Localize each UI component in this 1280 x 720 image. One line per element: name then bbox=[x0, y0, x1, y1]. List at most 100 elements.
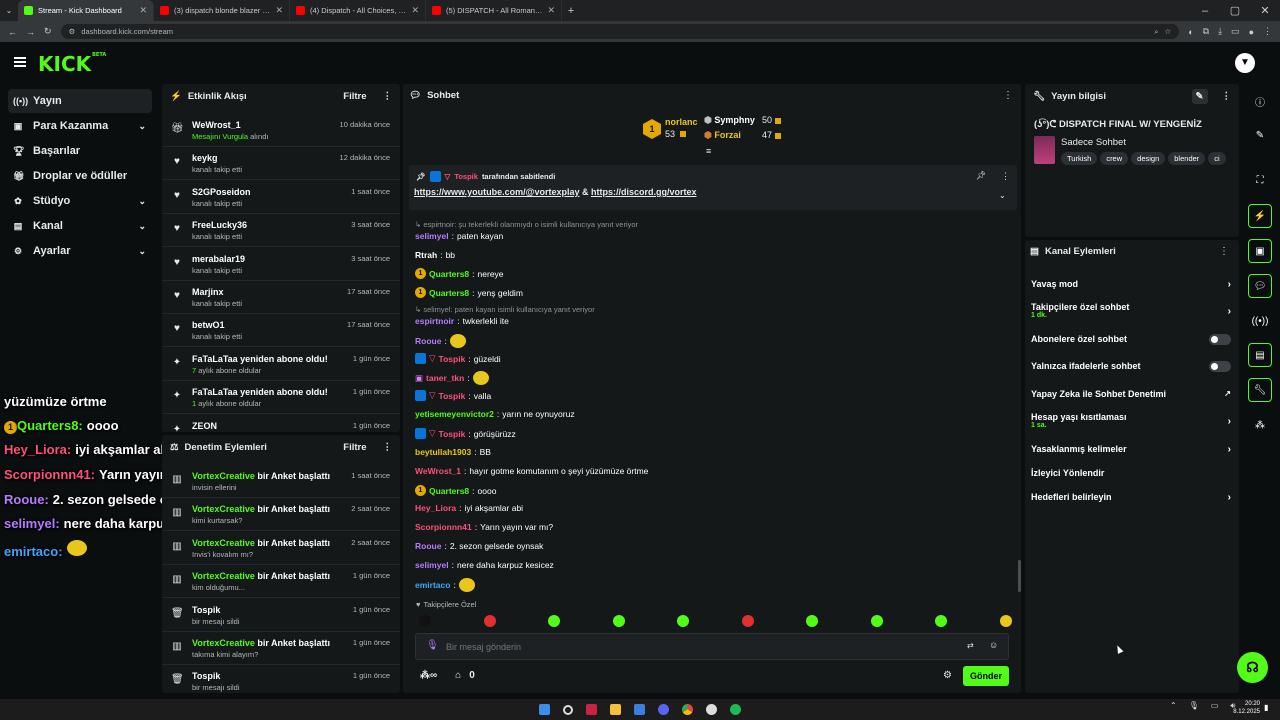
chat-input-box[interactable]: 🎙︎ ⇄ ☺ bbox=[415, 633, 1009, 660]
moderation-item[interactable]: ▥ VortexCreative bir Anket başlattı invisi… bbox=[162, 465, 400, 498]
channel-action-yasaklanmış-kelimeler[interactable]: Yasaklanmış kelimeler › bbox=[1031, 444, 1231, 455]
channel-actions-more-icon[interactable]: ⋮ bbox=[1219, 246, 1229, 257]
taskbar-app-icon-2[interactable] bbox=[634, 704, 645, 715]
send-button[interactable]: Gönder bbox=[963, 666, 1009, 686]
chat-username[interactable]: Quarters8 bbox=[429, 288, 469, 298]
fullscreen-icon[interactable]: ⛶ bbox=[1248, 168, 1272, 192]
quick-emote-icon[interactable] bbox=[548, 615, 560, 627]
chat-message[interactable]: Rooue: bbox=[415, 334, 466, 348]
forward-icon[interactable]: → bbox=[26, 27, 35, 37]
taskbar-search-icon[interactable] bbox=[563, 704, 573, 715]
notes-toggle-icon[interactable]: ▣ bbox=[1248, 239, 1272, 263]
browser-menu-icon[interactable]: ⋮ bbox=[1263, 26, 1272, 37]
moderation-item[interactable]: 🗑︎ Tospik bir mesajı sildi 1 gün önce bbox=[162, 665, 400, 693]
chat-username[interactable]: Tospik bbox=[439, 429, 466, 439]
tab-close-icon[interactable]: ✕ bbox=[411, 5, 419, 16]
quick-emote-icon[interactable] bbox=[483, 615, 496, 627]
category-thumbnail[interactable] bbox=[1034, 136, 1055, 164]
chat-message[interactable]: selimyel: paten kayan bbox=[415, 231, 503, 241]
emoji-picker-icon[interactable]: ☺ bbox=[989, 640, 998, 650]
download-icon[interactable]: ⤓ bbox=[1218, 26, 1222, 37]
chat-username[interactable]: yetisemeyenvictor2 bbox=[415, 409, 494, 419]
taskbar-clock[interactable]: 20:20 8.12.2025 bbox=[1226, 700, 1260, 716]
chat-settings-gear-icon[interactable]: ⚙ bbox=[943, 670, 952, 681]
support-chat-button[interactable]: ☊ bbox=[1237, 652, 1268, 683]
broadcast-toggle-icon[interactable]: ((•)) bbox=[1248, 309, 1272, 333]
reload-icon[interactable]: ↻ bbox=[44, 26, 52, 37]
reply-context[interactable]: ↳ selimyel: paten kayan isimli kullanıcı… bbox=[415, 305, 595, 314]
chat-message[interactable]: selimyel: nere daha karpuz kesicez bbox=[415, 560, 554, 570]
chat-username[interactable]: Quarters8 bbox=[429, 269, 469, 279]
chat-username[interactable]: espirtnoir bbox=[415, 316, 454, 326]
sidebar-item-st-dyo[interactable]: ✿ Stüdyo ⌄ bbox=[8, 189, 152, 213]
chat-message[interactable]: Scorpionnn41: Yarın yayın var mı? bbox=[415, 522, 553, 532]
moderation-user[interactable]: VortexCreative bbox=[192, 571, 255, 581]
chat-toggle-icon[interactable]: 💬︎ bbox=[1248, 274, 1272, 298]
moderation-filter-button[interactable]: Filtre bbox=[343, 442, 366, 453]
chevron-down-icon[interactable]: ⌄ bbox=[138, 221, 146, 232]
stream-tag[interactable]: crew bbox=[1100, 152, 1129, 165]
pinned-expand-icon[interactable]: ⌄ bbox=[999, 191, 1006, 200]
browser-tab[interactable]: (4) Dispatch - All Choices, Endi ✕ bbox=[290, 0, 426, 21]
moderation-item[interactable]: ▥ VortexCreative bir Anket başlattı Invis'… bbox=[162, 532, 400, 565]
chat-message[interactable]: emirtaco: bbox=[415, 578, 475, 592]
moderation-item[interactable]: ▥ VortexCreative bir Anket başlattı kim ol… bbox=[162, 565, 400, 599]
chat-username[interactable]: Rooue bbox=[415, 541, 441, 551]
browser-tab[interactable]: Stream - Kick Dashboard ✕ bbox=[18, 0, 154, 21]
browser-tab[interactable]: (3) dispatch blonde blazer dim ✕ bbox=[154, 0, 290, 21]
activity-filter-button[interactable]: Filtre bbox=[343, 91, 366, 102]
channel-action-abonelere-özel-sohbet[interactable]: Abonelere özel sohbet bbox=[1031, 334, 1231, 345]
extension-icon[interactable]: ◐ bbox=[1188, 27, 1193, 37]
info-icon[interactable]: ⓘ bbox=[1248, 89, 1272, 113]
quick-emote-icon[interactable] bbox=[935, 615, 947, 627]
moderation-toggle-icon[interactable]: ▤ bbox=[1248, 343, 1272, 367]
moderation-item[interactable]: ▥ VortexCreative bir Anket başlattı takıma… bbox=[162, 632, 400, 665]
chat-message[interactable]: beytullah1903: BB bbox=[415, 447, 491, 457]
moderation-user[interactable]: Tospik bbox=[192, 605, 220, 615]
chat-username[interactable]: Rooue bbox=[415, 336, 441, 346]
activity-item[interactable]: ♥ S2GPoseidon kanalı takip etti 1 saat önce bbox=[162, 181, 400, 214]
pencil-icon[interactable]: ✎ bbox=[1248, 123, 1272, 147]
chrome-icon[interactable] bbox=[682, 704, 693, 715]
category-name[interactable]: Sadece Sohbet bbox=[1061, 137, 1126, 148]
sidebar-item-kanal[interactable]: ▤ Kanal ⌄ bbox=[8, 214, 152, 238]
windows-start-icon[interactable] bbox=[539, 704, 550, 715]
chat-username[interactable]: emirtaco bbox=[415, 580, 450, 590]
kick-logo[interactable]: KICKBETA bbox=[38, 52, 106, 76]
moderation-user[interactable]: VortexCreative bbox=[192, 471, 255, 481]
tab-close-icon[interactable]: ✕ bbox=[139, 5, 147, 16]
stream-info-more-icon[interactable]: ⋮ bbox=[1222, 91, 1232, 102]
chat-message[interactable]: espirtnoir: twkerlekli ite bbox=[415, 316, 509, 326]
toggle-switch[interactable] bbox=[1209, 361, 1231, 372]
activity-item[interactable]: ♥ betwO1 kanalı takip etti 17 saat önce bbox=[162, 314, 400, 348]
edit-pencil-icon[interactable]: ✎ bbox=[1191, 88, 1208, 104]
chevron-down-icon[interactable]: ⌄ bbox=[138, 121, 146, 132]
activity-toggle-icon[interactable]: ⚡ bbox=[1248, 204, 1272, 228]
chat-username[interactable]: Quarters8 bbox=[429, 486, 469, 496]
chat-username[interactable]: selimyel bbox=[415, 231, 449, 241]
moderation-item[interactable]: ▥ VortexCreative bir Anket başlattı kimi k… bbox=[162, 498, 400, 532]
chat-scrollbar[interactable] bbox=[1018, 560, 1021, 592]
moderation-item[interactable]: 🗑︎ Tospik bir mesajı sildi 1 gün önce bbox=[162, 599, 400, 632]
pinned-link-discord[interactable]: https://discord.gg/vortex bbox=[591, 187, 697, 197]
url-field[interactable]: ⚙ dashboard.kick.com/stream ⌕ ☆ bbox=[60, 24, 1180, 39]
chat-username[interactable]: taner_tkn bbox=[426, 373, 464, 383]
chat-message[interactable]: 1 Quarters8: oooo bbox=[415, 485, 496, 496]
chat-message[interactable]: Hey_Liora: iyi akşamlar abi bbox=[415, 503, 523, 513]
quick-emote-icon[interactable] bbox=[999, 615, 1012, 627]
chat-username[interactable]: selimyel bbox=[415, 560, 449, 570]
bookmark-star-icon[interactable]: ☆ bbox=[1164, 27, 1171, 36]
activity-item[interactable]: ♥ FreeLucky36 kanalı takip etti 3 saat önce bbox=[162, 214, 400, 248]
sidebar-item-para-kazanma[interactable]: ▣ Para Kazanma ⌄ bbox=[8, 114, 152, 138]
kick-points-icon[interactable]: ⁂∞ bbox=[420, 670, 437, 681]
chevron-down-icon[interactable]: ⌄ bbox=[138, 196, 146, 207]
stream-info-toggle-icon[interactable]: 🔧︎ bbox=[1248, 378, 1272, 402]
microphone-icon[interactable]: 🎙︎ bbox=[426, 640, 439, 651]
quick-emote-icon[interactable] bbox=[806, 615, 818, 627]
site-info-icon[interactable]: ⚙ bbox=[69, 27, 76, 36]
pinned-link-youtube[interactable]: https://www.youtube.com/@vortexplay bbox=[414, 187, 579, 197]
taskbar-app-icon[interactable] bbox=[586, 704, 597, 715]
steam-icon[interactable] bbox=[706, 704, 717, 715]
toggle-switch[interactable] bbox=[1209, 334, 1231, 345]
activity-item[interactable]: ✦ ZEON 1 gün önce bbox=[162, 415, 400, 432]
